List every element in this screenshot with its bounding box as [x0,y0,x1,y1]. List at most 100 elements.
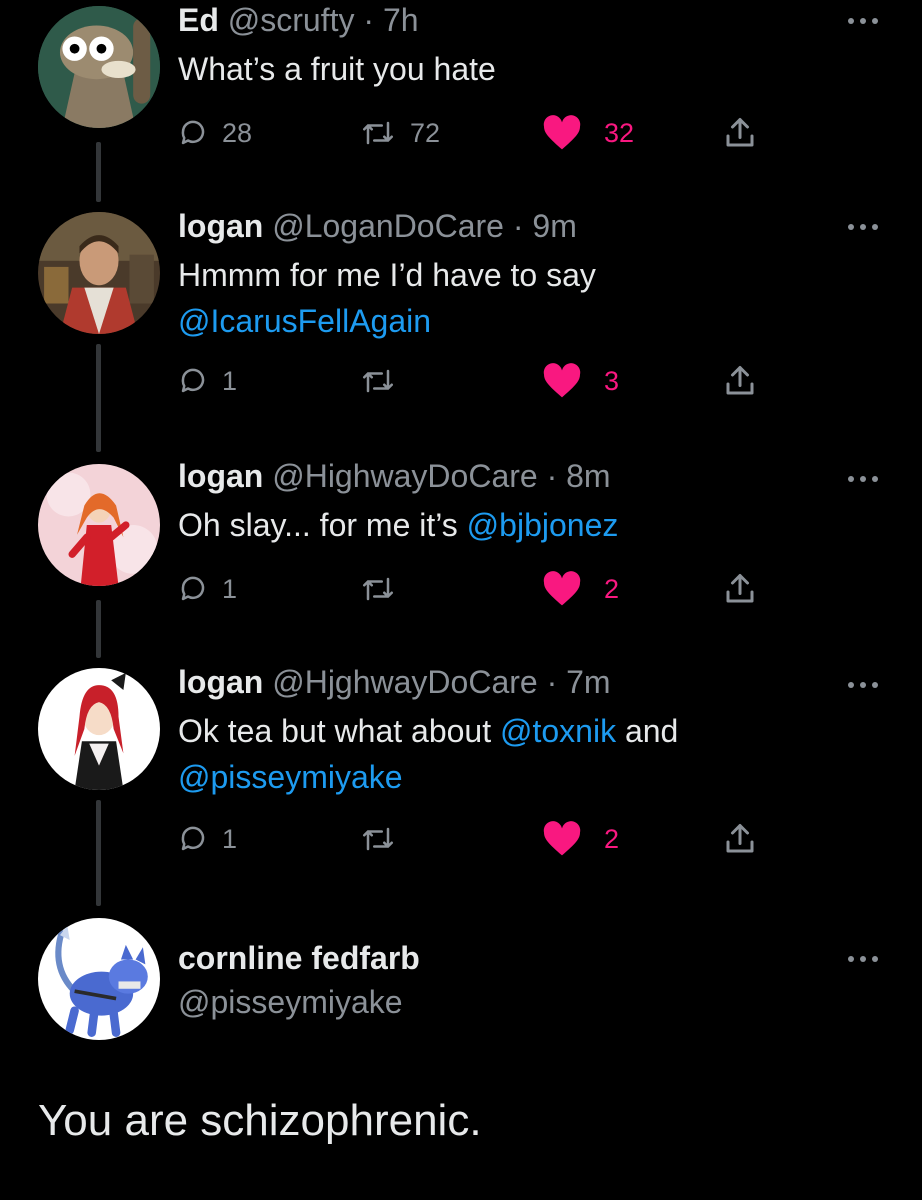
display-name[interactable]: Ed [178,2,219,38]
reply-icon [181,576,205,601]
tweet-text: Hmmm for me I’d have to say [178,252,596,298]
reply-button[interactable]: 1 [178,358,237,404]
tweet-header: logan @HighwayDoCare · 8m [178,458,611,495]
tweet-header: logan @LoganDoCare · 9m [178,208,577,245]
separator-dot: · [537,458,567,494]
heart-filled-icon [543,363,581,398]
tweet-text: Ok tea but what about @toxnik and [178,708,678,754]
timestamp[interactable]: 7h [383,2,419,38]
raccoon-cartoon-avatar-icon [38,6,160,128]
more-options-button[interactable] [848,16,878,26]
display-name[interactable]: cornline fedfarb [178,940,420,977]
reply-count: 1 [222,573,238,604]
display-name[interactable]: logan [178,458,263,494]
mention-link[interactable]: @IcarusFellAgain [178,303,431,339]
user-handle[interactable]: @HjghwayDoCare [272,664,537,700]
retweet-button[interactable] [360,358,410,404]
avatar[interactable] [38,212,160,334]
text-segment: Hmmm for me I’d have to say [178,257,596,293]
tweet-text-line-2: @pisseymiyake [178,754,403,800]
retweet-icon [363,577,393,601]
like-button[interactable]: 32 [542,110,634,156]
like-count: 2 [604,573,620,604]
retweet-icon [363,121,393,145]
user-handle[interactable]: @scrufty [228,2,355,38]
blue-wolf-creature-avatar-icon [38,918,160,1040]
anime-girl-red-suit-avatar-icon [38,464,160,586]
text-segment: Ok tea but what about [178,713,500,749]
user-handle[interactable]: @LoganDoCare [272,208,504,244]
like-count: 2 [604,823,620,854]
reply-button[interactable]: 28 [178,110,252,156]
tweet-header: Ed @scrufty · 7h [178,2,419,39]
share-button[interactable] [722,110,758,156]
heart-filled-icon [543,571,581,606]
text-segment: Oh slay... for me it’s [178,507,467,543]
like-button[interactable]: 2 [542,566,619,612]
separator-dot: · [503,208,533,244]
text-segment: and [616,713,679,749]
avatar[interactable] [38,6,160,128]
display-name[interactable]: logan [178,664,263,700]
reply-count: 1 [222,823,238,854]
thread-line [96,344,101,452]
reply-icon [181,120,205,145]
mention-link[interactable]: @toxnik [500,713,616,749]
like-count: 32 [604,117,635,148]
reply-button[interactable]: 1 [178,566,237,612]
reply-button[interactable]: 1 [178,816,237,862]
timestamp[interactable]: 8m [566,458,610,494]
avatar[interactable] [38,668,160,790]
display-name[interactable]: logan [178,208,263,244]
tweet-text-line-2: @IcarusFellAgain [178,298,431,344]
share-icon [726,118,754,147]
user-handle[interactable]: @pisseymiyake [178,984,403,1021]
reply-icon [181,368,205,393]
tweet-header: logan @HjghwayDoCare · 7m [178,664,611,701]
separator-dot: · [537,664,567,700]
avatar[interactable] [38,918,160,1040]
timestamp[interactable]: 7m [566,664,610,700]
mention-link[interactable]: @pisseymiyake [178,759,403,795]
tweet-text: What’s a fruit you hate [178,46,496,92]
share-icon [726,366,754,395]
thread-line [96,800,101,906]
retweet-icon [363,827,393,851]
tweet-actions: 1 3 [178,358,778,404]
anime-girl-red-hair-avatar-icon [38,668,160,790]
thread-line [96,600,101,658]
share-icon [726,824,754,853]
tweet-actions: 1 2 [178,566,778,612]
like-button[interactable]: 3 [542,358,619,404]
retweet-button[interactable] [360,566,410,612]
text-segment: What’s a fruit you hate [178,51,496,87]
reply-icon [181,826,205,851]
retweet-icon [363,369,393,393]
heart-filled-icon [543,821,581,856]
like-button[interactable]: 2 [542,816,619,862]
share-button[interactable] [722,566,758,612]
more-options-button[interactable] [848,954,878,964]
more-options-button[interactable] [848,680,878,690]
more-options-button[interactable] [848,222,878,232]
like-count: 3 [604,365,620,396]
mention-link[interactable]: @bjbjonez [467,507,619,543]
timestamp[interactable]: 9m [532,208,576,244]
separator-dot: · [354,2,383,38]
retweet-count: 72 [410,117,441,148]
thread-line [96,142,101,202]
share-button[interactable] [722,358,758,404]
avatar[interactable] [38,464,160,586]
user-handle[interactable]: @HighwayDoCare [272,458,537,494]
share-icon [726,574,754,603]
more-options-button[interactable] [848,474,878,484]
retweet-button[interactable]: 72 [360,110,440,156]
heart-filled-icon [543,115,581,150]
reply-count: 28 [222,117,253,148]
reply-count: 1 [222,365,238,396]
share-button[interactable] [722,816,758,862]
tweet-text: Oh slay... for me it’s @bjbjonez [178,502,618,548]
tweet-actions: 1 2 [178,816,778,862]
retweet-button[interactable] [360,816,410,862]
main-tweet-text: You are schizophrenic. [38,1096,482,1145]
